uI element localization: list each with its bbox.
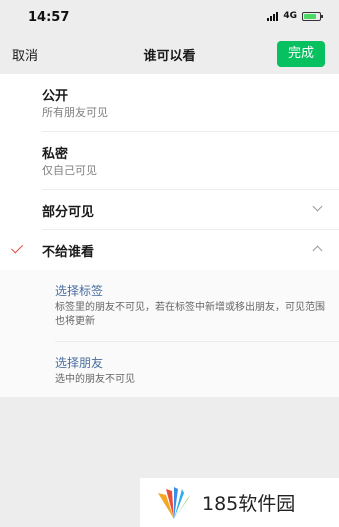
done-button[interactable]: 完成 — [277, 41, 325, 67]
option-private-desc: 仅自己可见 — [42, 164, 97, 177]
status-indicators: 4G — [267, 11, 323, 21]
signal-icon — [267, 11, 279, 21]
option-partial-label: 部分可见 — [42, 205, 95, 220]
option-private[interactable]: 私密 仅自己可见 — [0, 132, 339, 190]
page: 14:57 4G 取消 谁可以看 完成 公开 所有朋友可见 私密 仅自己可见 部… — [0, 0, 339, 527]
battery-fill — [304, 13, 316, 19]
status-bar: 14:57 4G — [0, 0, 339, 34]
select-friends-title: 选择朋友 — [55, 356, 104, 370]
watermark: 185软件园 — [140, 478, 339, 527]
nav-bar: 取消 谁可以看 完成 — [0, 34, 339, 74]
option-partial[interactable]: 部分可见 — [0, 190, 339, 230]
select-tags-desc: 标签里的朋友不可见，若在标签中新增或移出朋友，可见范围也将更新 — [55, 302, 325, 327]
option-public-desc: 所有朋友可见 — [42, 106, 108, 119]
select-tags-option[interactable]: 选择标签 标签里的朋友不可见，若在标签中新增或移出朋友，可见范围也将更新 — [0, 270, 339, 342]
option-exclude[interactable]: 不给谁看 — [0, 230, 339, 270]
watermark-logo-icon — [158, 486, 190, 519]
option-private-label: 私密 — [42, 147, 69, 162]
option-public[interactable]: 公开 所有朋友可见 — [0, 74, 339, 132]
option-public-label: 公开 — [42, 89, 69, 104]
select-friends-desc: 选中的朋友不可见 — [55, 374, 135, 385]
visibility-options-list: 公开 所有朋友可见 私密 仅自己可见 部分可见 不给谁看 选择标签 标签里的朋友… — [0, 74, 339, 397]
battery-icon — [302, 11, 323, 21]
exclude-sub-options: 选择标签 标签里的朋友不可见，若在标签中新增或移出朋友，可见范围也将更新 选择朋… — [0, 270, 339, 397]
select-tags-title: 选择标签 — [55, 284, 104, 298]
watermark-text: 185软件园 — [202, 493, 296, 515]
chevron-up-icon — [312, 245, 323, 256]
option-exclude-label: 不给谁看 — [42, 245, 95, 260]
select-friends-option[interactable]: 选择朋友 选中的朋友不可见 — [0, 342, 339, 397]
network-label: 4G — [283, 11, 297, 21]
check-icon — [10, 241, 24, 254]
status-time: 14:57 — [28, 10, 70, 25]
chevron-down-icon — [312, 201, 323, 212]
